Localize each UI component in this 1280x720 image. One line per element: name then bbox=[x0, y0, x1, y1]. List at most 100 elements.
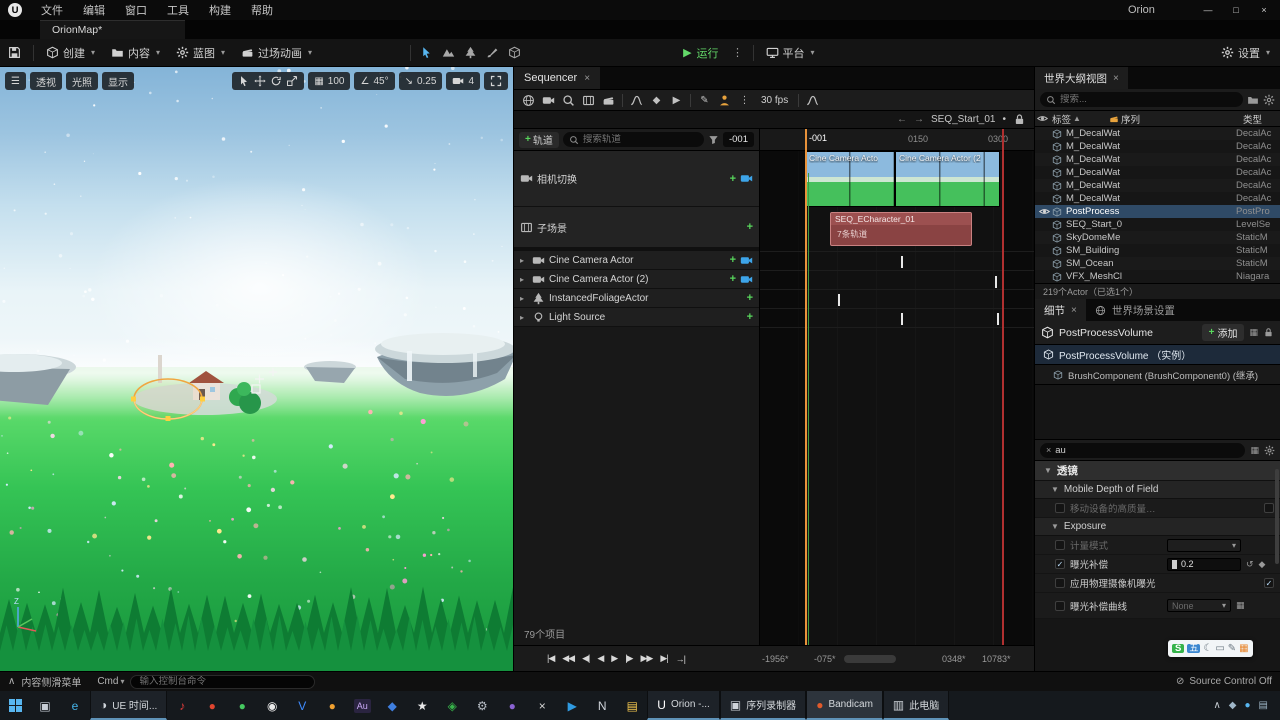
cinematics-button[interactable]: 过场动画 ▾ bbox=[233, 39, 320, 66]
taskbar-app-purple[interactable]: ● bbox=[497, 691, 527, 720]
keyframe-options-icon[interactable]: ◆ bbox=[647, 91, 666, 109]
transport-button[interactable]: →| bbox=[673, 654, 688, 664]
taskbar-app-widgets[interactable]: ▣ bbox=[30, 691, 60, 720]
create-camera-icon[interactable] bbox=[539, 91, 558, 109]
scale-snap-button[interactable]: ↘ 0.25 bbox=[398, 72, 443, 90]
settings-button[interactable]: 设置 ▾ bbox=[1211, 39, 1280, 66]
close-button[interactable]: × bbox=[1250, 0, 1278, 20]
select-mode-button[interactable] bbox=[415, 39, 437, 66]
move-tool-icon[interactable] bbox=[254, 75, 266, 87]
keyframe-marker[interactable] bbox=[901, 256, 903, 268]
property-row-metering[interactable]: 计量模式 ▾ bbox=[1035, 536, 1280, 555]
eye-icon[interactable] bbox=[1037, 113, 1048, 124]
transport-button[interactable]: ◀| bbox=[579, 653, 592, 664]
property-row-apply-physical[interactable]: 应用物理摄像机曝光 ✓ bbox=[1035, 574, 1280, 593]
range-end-label[interactable]: 10783* bbox=[982, 654, 1011, 664]
scale-tool-icon[interactable] bbox=[286, 75, 298, 87]
play-options-kebab-icon[interactable]: ⋮ bbox=[727, 39, 749, 66]
viewport-options-button[interactable]: ☰ bbox=[5, 72, 26, 90]
sequencer-track[interactable]: ▸ Light Source + bbox=[514, 308, 759, 327]
outliner-search-input[interactable] bbox=[1060, 94, 1237, 105]
property-row-mobile-dof[interactable]: 移动设备的高质量高斯景深 bbox=[1035, 499, 1280, 518]
lock-icon[interactable] bbox=[1013, 113, 1026, 126]
taskbar-window-ue-time[interactable]: ◑ UE 时间... bbox=[90, 691, 168, 720]
transport-button[interactable]: ▶ bbox=[608, 653, 620, 664]
metering-dropdown[interactable]: ▾ bbox=[1167, 538, 1241, 552]
outliner-row[interactable]: PostProcess PostPro bbox=[1035, 205, 1280, 218]
world-settings-tab[interactable]: 世界场景设置 bbox=[1086, 299, 1184, 321]
expand-arrow-icon[interactable]: ▸ bbox=[520, 294, 528, 303]
outliner-row[interactable]: M_DecalWat DecalAc bbox=[1035, 166, 1280, 179]
keyframe-icon[interactable]: ◆ bbox=[1259, 559, 1266, 570]
foliage-mode-button[interactable] bbox=[459, 39, 481, 66]
outliner-row[interactable]: SEQ_Start_0 LevelSe bbox=[1035, 218, 1280, 231]
range-start-label[interactable]: -1956* bbox=[762, 654, 789, 664]
sequencer-tab[interactable]: Sequencer × bbox=[514, 67, 601, 89]
nav-back-icon[interactable]: ← bbox=[897, 114, 907, 125]
column-type[interactable]: 类型 bbox=[1243, 112, 1262, 126]
cmd-dropdown[interactable]: Cmd ▾ bbox=[97, 676, 124, 687]
maximize-button[interactable]: □ bbox=[1222, 0, 1250, 20]
camera-badge-icon[interactable] bbox=[740, 172, 753, 185]
blueprint-button[interactable]: 蓝图 ▾ bbox=[168, 39, 233, 66]
grid-view-icon[interactable]: ▦ bbox=[1249, 327, 1258, 338]
tray-icon-3[interactable]: ▤ bbox=[1259, 700, 1268, 711]
lock-icon[interactable] bbox=[1263, 327, 1274, 338]
section-lens[interactable]: ▼ 透镜 bbox=[1035, 461, 1280, 481]
playhead[interactable] bbox=[805, 129, 807, 645]
add-section-icon[interactable]: + bbox=[730, 254, 736, 266]
allow-edits-icon[interactable] bbox=[715, 91, 734, 109]
sogou-wubi-icon[interactable]: 五 bbox=[1187, 644, 1201, 653]
taskbar-app-n[interactable]: N bbox=[587, 691, 617, 720]
browse-icon[interactable]: ▦ bbox=[1236, 600, 1245, 611]
fracture-mode-button[interactable] bbox=[503, 39, 525, 66]
tray-icon-2[interactable]: ● bbox=[1245, 700, 1251, 711]
timeline-clip-area[interactable]: Cine Camera Acto Cine Camera Actor (2 SE… bbox=[760, 151, 1034, 645]
sogou-keyboard-icon[interactable]: ▭ bbox=[1215, 643, 1224, 654]
play-button[interactable]: ▶ 运行 bbox=[675, 39, 726, 66]
menu-item[interactable]: 文件 bbox=[31, 2, 73, 18]
sogou-logo-icon[interactable]: S bbox=[1172, 644, 1185, 654]
level-tab[interactable]: OrionMap* bbox=[40, 20, 185, 39]
column-sequence[interactable]: 序列 bbox=[1121, 112, 1140, 126]
search-icon[interactable] bbox=[559, 91, 578, 109]
curve-editor-icon[interactable] bbox=[803, 91, 822, 109]
clear-filter-icon[interactable]: × bbox=[1046, 445, 1051, 455]
taskbar-app-red[interactable]: ● bbox=[197, 691, 227, 720]
outliner-settings-icon[interactable] bbox=[1263, 94, 1275, 106]
sogou-toolbox-icon[interactable]: ▦ bbox=[1239, 643, 1248, 654]
platform-button[interactable]: 平台 ▾ bbox=[758, 39, 823, 66]
eye-icon[interactable] bbox=[1039, 206, 1050, 217]
menu-item[interactable]: 构建 bbox=[199, 2, 241, 18]
add-folder-icon[interactable] bbox=[1247, 94, 1259, 106]
select-tool-icon[interactable] bbox=[238, 75, 250, 87]
taskbar-app-orange[interactable]: ● bbox=[317, 691, 347, 720]
filter-icon[interactable] bbox=[708, 134, 719, 145]
close-icon[interactable]: × bbox=[1071, 305, 1077, 316]
sequencer-track[interactable]: ▸ 子场景 + bbox=[514, 207, 759, 251]
add-section-icon[interactable]: + bbox=[747, 292, 753, 304]
outliner-row[interactable]: M_DecalWat DecalAc bbox=[1035, 127, 1280, 140]
close-icon[interactable]: × bbox=[584, 73, 590, 84]
transform-tools[interactable] bbox=[232, 72, 305, 90]
details-settings-icon[interactable] bbox=[1264, 445, 1275, 456]
outliner-tab[interactable]: 世界大纲视图 × bbox=[1035, 67, 1128, 89]
content-drawer-button[interactable]: 内容侧滑菜单 bbox=[21, 674, 81, 689]
override-checkbox[interactable]: ✓ bbox=[1055, 559, 1065, 569]
keyframe-marker[interactable] bbox=[997, 313, 999, 325]
camera-speed-button[interactable]: 4 bbox=[446, 72, 480, 90]
details-tab[interactable]: 细节 × bbox=[1035, 299, 1086, 321]
timeline-ruler[interactable]: -001 0150 0300 bbox=[760, 129, 1034, 151]
expand-arrow-icon[interactable]: ▸ bbox=[520, 256, 528, 265]
add-section-icon[interactable]: + bbox=[747, 221, 753, 233]
track-search-input[interactable] bbox=[582, 134, 698, 145]
add-section-icon[interactable]: + bbox=[730, 273, 736, 285]
content-button[interactable]: 内容 ▾ bbox=[103, 39, 168, 66]
value-checkbox[interactable] bbox=[1264, 503, 1274, 513]
edit-options-icon[interactable]: ✎ bbox=[695, 91, 714, 109]
taskbar-window-sequence-recorder[interactable]: ▣ 序列录制器 bbox=[719, 691, 807, 720]
taskbar-app-live[interactable]: ◉ bbox=[257, 691, 287, 720]
taskbar-app-player[interactable]: ▶ bbox=[557, 691, 587, 720]
sequencer-track[interactable]: ▸ 相机切换 + bbox=[514, 151, 759, 207]
sequencer-track[interactable]: ▸ Cine Camera Actor (2) + bbox=[514, 270, 759, 289]
